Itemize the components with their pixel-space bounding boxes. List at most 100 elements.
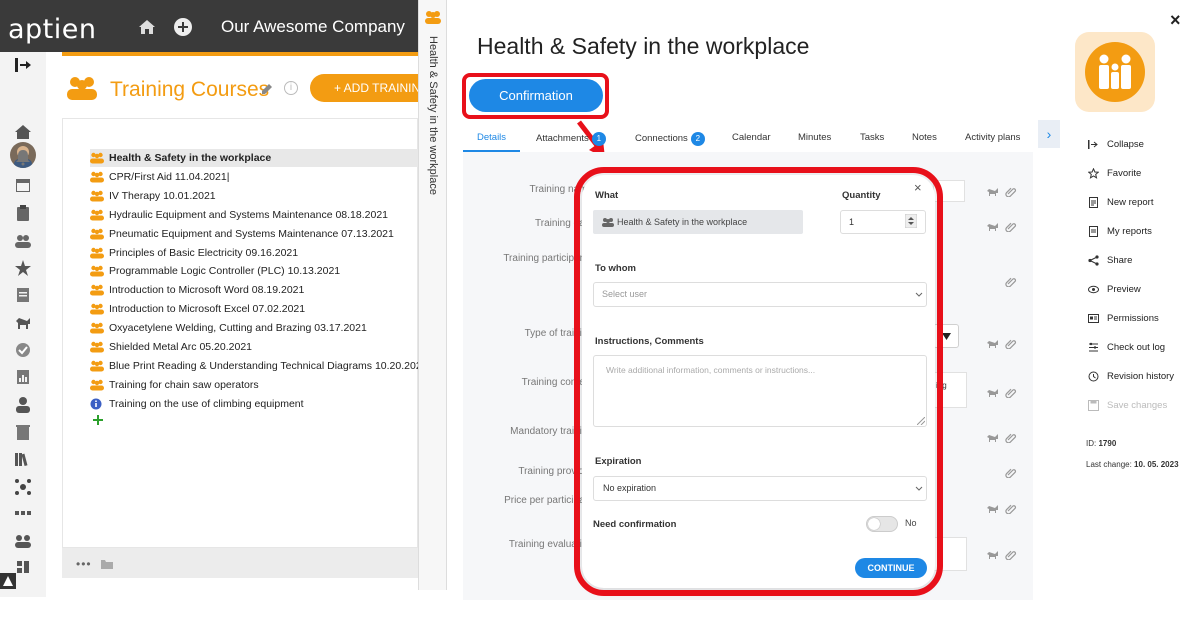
apps-grid-icon[interactable] xyxy=(14,505,32,523)
info-icon[interactable]: i xyxy=(284,81,298,95)
paperclip-icon[interactable] xyxy=(1005,387,1017,398)
chart-icon[interactable] xyxy=(14,368,32,386)
group-icon xyxy=(90,341,104,353)
tab-activity-plans[interactable]: Activity plans xyxy=(965,132,1020,143)
course-tree-item[interactable]: Principles of Basic Electricity 09.16.20… xyxy=(90,244,298,262)
folder-icon[interactable] xyxy=(100,558,114,570)
tab-tasks[interactable]: Tasks xyxy=(860,132,884,143)
history-icon xyxy=(1088,371,1099,382)
expiration-label: Expiration xyxy=(595,456,642,467)
add-item-icon[interactable] xyxy=(93,415,103,425)
dog-icon[interactable] xyxy=(986,186,999,197)
aptien-logo[interactable]: aptien xyxy=(8,14,97,45)
course-tree-item[interactable]: Training for chain saw operators xyxy=(90,376,259,394)
action-favorite[interactable]: Favorite xyxy=(1088,168,1141,179)
record-id: ID: 1790 xyxy=(1086,439,1117,448)
course-tree-item[interactable]: Introduction to Microsoft Word 08.19.202… xyxy=(90,281,304,299)
home-icon[interactable] xyxy=(137,17,157,37)
home-nav-icon[interactable] xyxy=(14,123,32,141)
instructions-textarea[interactable]: Write additional information, comments o… xyxy=(593,355,927,427)
team-icon[interactable] xyxy=(14,532,32,550)
dashboard-icon[interactable] xyxy=(14,558,32,576)
course-tree-item[interactable]: Introduction to Microsoft Excel 07.02.20… xyxy=(90,300,305,318)
course-tree-item[interactable]: Blue Print Reading & Understanding Techn… xyxy=(90,357,428,375)
star-icon xyxy=(1088,168,1099,179)
need-confirmation-toggle[interactable] xyxy=(866,516,898,532)
course-tree-item[interactable]: Oxyacetylene Welding, Cutting and Brazin… xyxy=(90,319,367,337)
confirmation-button[interactable]: Confirmation xyxy=(469,79,603,112)
paperclip-icon[interactable] xyxy=(1005,276,1017,287)
quantity-stepper-icon[interactable] xyxy=(905,214,917,228)
course-tree-item[interactable]: Training on the use of climbing equipmen… xyxy=(90,395,304,413)
close-icon[interactable]: × xyxy=(1170,10,1181,31)
dog-icon[interactable] xyxy=(986,387,999,398)
group-icon xyxy=(67,77,97,100)
course-tree-item[interactable]: Hydraulic Equipment and Systems Maintena… xyxy=(90,206,388,224)
action-collapse[interactable]: Collapse xyxy=(1088,139,1144,150)
left-navigation xyxy=(0,52,46,597)
action-label: Preview xyxy=(1107,284,1141,296)
tab-attachments[interactable]: Attachments 1 xyxy=(536,132,606,146)
library-icon[interactable] xyxy=(14,450,32,468)
clipboard-icon[interactable] xyxy=(14,204,32,222)
course-tree-item[interactable]: Pneumatic Equipment and Systems Maintena… xyxy=(90,225,394,243)
network-icon[interactable] xyxy=(14,478,32,496)
bell-icon[interactable] xyxy=(14,148,32,166)
dog-icon[interactable] xyxy=(986,432,999,443)
dog-icon[interactable] xyxy=(986,221,999,232)
group-icon xyxy=(90,266,104,277)
action-new-report[interactable]: New report xyxy=(1088,197,1153,208)
action-preview[interactable]: Preview xyxy=(1088,284,1141,295)
resize-handle-icon[interactable] xyxy=(917,417,925,425)
dog-icon[interactable] xyxy=(986,549,999,560)
paperclip-icon[interactable] xyxy=(1005,186,1017,197)
select-user-dropdown[interactable]: Select user xyxy=(593,282,927,307)
paperclip-icon[interactable] xyxy=(1005,467,1017,478)
tab-bar: Details Attachments 1 Connections 2 Calend… xyxy=(463,124,1036,152)
tab-notes[interactable]: Notes xyxy=(912,132,937,143)
what-label: What xyxy=(595,190,619,201)
edit-pencil-icon[interactable] xyxy=(260,82,274,96)
app-badge-icon[interactable] xyxy=(0,573,16,589)
paperclip-icon[interactable] xyxy=(1005,549,1017,560)
sign-out-icon[interactable] xyxy=(14,56,32,74)
course-tree-item[interactable]: Programmable Logic Controller (PLC) 10.1… xyxy=(90,262,340,280)
detail-title: Health & Safety in the workplace xyxy=(477,33,810,59)
paperclip-icon[interactable] xyxy=(1005,338,1017,349)
company-name[interactable]: Our Awesome Company xyxy=(221,17,405,37)
continue-button[interactable]: CONTINUE xyxy=(855,558,927,578)
group-icon xyxy=(90,360,104,372)
tab-calendar[interactable]: Calendar xyxy=(732,132,771,143)
action-share[interactable]: Share xyxy=(1088,255,1132,266)
course-label: Training for chain saw operators xyxy=(109,378,259,391)
tabs-next-button[interactable]: › xyxy=(1038,120,1060,148)
dog-icon[interactable] xyxy=(14,313,32,331)
expiration-dropdown[interactable]: No expiration xyxy=(593,476,927,501)
course-tree-item[interactable]: IV Therapy 10.01.2021 xyxy=(90,187,216,205)
check-circle-icon[interactable] xyxy=(14,341,32,359)
trash-icon[interactable] xyxy=(14,423,32,441)
more-options-button[interactable]: ••• xyxy=(76,557,92,571)
tab-connections[interactable]: Connections 2 xyxy=(635,132,705,146)
star-nav-icon[interactable] xyxy=(14,259,32,277)
action-check-out-log[interactable]: Check out log xyxy=(1088,342,1165,353)
dog-icon[interactable] xyxy=(986,338,999,349)
modal-close-icon[interactable]: × xyxy=(914,180,922,195)
paperclip-icon[interactable] xyxy=(1005,221,1017,232)
tab-details[interactable]: Details xyxy=(477,132,506,143)
calendar-icon[interactable] xyxy=(14,176,32,194)
people-icon[interactable] xyxy=(14,232,32,250)
dog-icon[interactable] xyxy=(986,503,999,514)
course-tree-item[interactable]: Health & Safety in the workplace xyxy=(90,149,420,167)
course-tree-item[interactable]: CPR/First Aid 11.04.2021| xyxy=(90,168,229,186)
document-icon[interactable] xyxy=(14,286,32,304)
action-permissions[interactable]: Permissions xyxy=(1088,313,1159,324)
paperclip-icon[interactable] xyxy=(1005,503,1017,514)
tab-minutes[interactable]: Minutes xyxy=(798,132,831,143)
action-revision-history[interactable]: Revision history xyxy=(1088,371,1174,382)
action-my-reports[interactable]: My reports xyxy=(1088,226,1152,237)
paperclip-icon[interactable] xyxy=(1005,432,1017,443)
person-icon[interactable] xyxy=(14,396,32,414)
add-circle-icon[interactable] xyxy=(173,17,193,37)
course-tree-item[interactable]: Shielded Metal Arc 05.20.2021 xyxy=(90,338,252,356)
